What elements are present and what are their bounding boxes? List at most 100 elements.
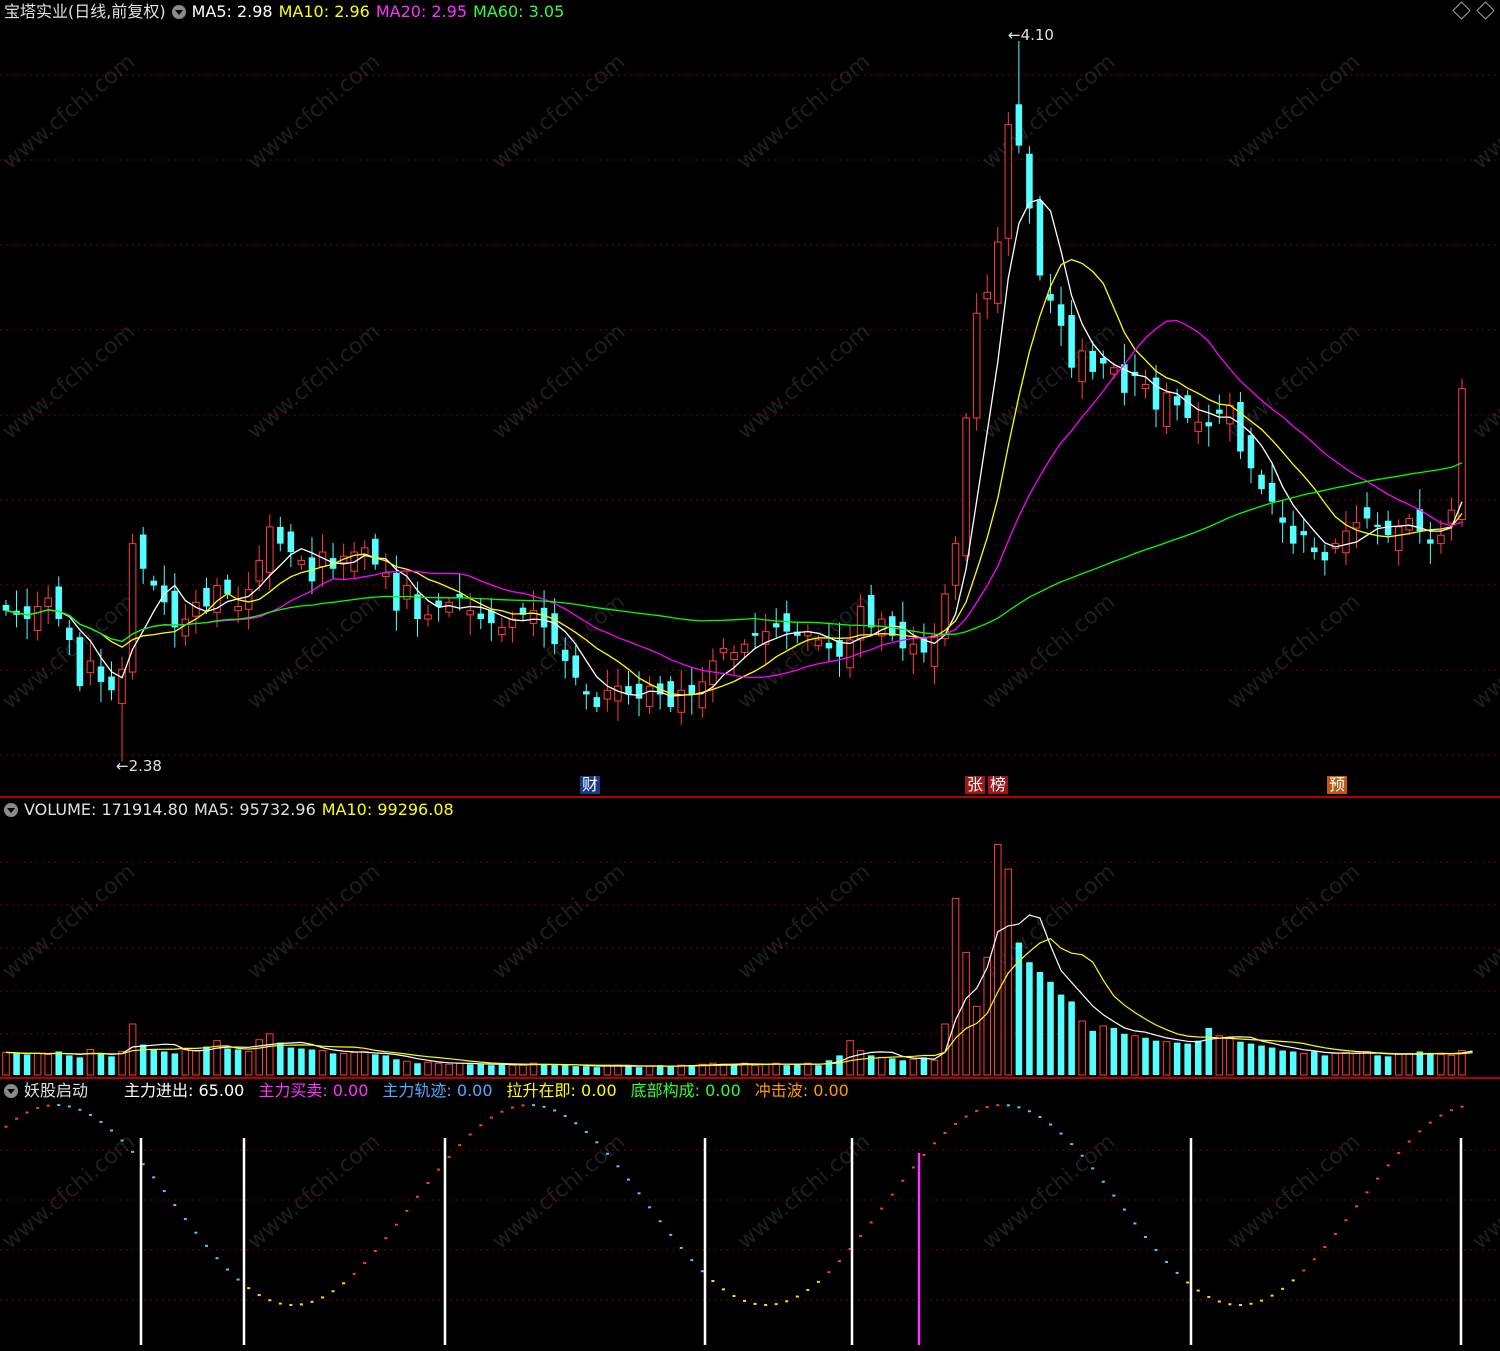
bottom-value: 底部构成: 0.00 — [630, 1081, 741, 1100]
watermark-1-3: www.cfchi.com — [733, 319, 875, 444]
watermark-4-5: www.cfchi.com — [1223, 1129, 1365, 1254]
ranking-marker[interactable]: 榜 — [988, 776, 1009, 794]
volume-bar — [645, 1065, 654, 1076]
indicator-dot — [162, 1190, 166, 1193]
panel-menu-icon[interactable] — [171, 5, 186, 19]
candle-body — [635, 683, 643, 699]
stock-chart-window[interactable]: www.cfchi.com www.cfchi.com www.cfchi.com w… — [0, 0, 1500, 1347]
volume-bar — [794, 1064, 801, 1075]
indicator-dot — [57, 1104, 61, 1107]
indicator-dot — [226, 1268, 230, 1271]
indicator-name[interactable]: 妖股启动 — [24, 1080, 88, 1102]
watermark-1-0: www.cfchi.com — [0, 319, 140, 444]
stock-title[interactable]: 宝塔实业(日线,前复权) — [4, 1, 166, 23]
candle-body — [287, 531, 295, 553]
volume-menu-icon[interactable] — [4, 803, 18, 817]
volume-bar — [393, 1059, 400, 1075]
volume-bar — [1184, 1043, 1191, 1075]
volume-bar — [962, 951, 970, 1076]
volume-bar — [730, 1064, 738, 1075]
indicator-dot — [1323, 1246, 1327, 1249]
candle-body — [1384, 520, 1392, 536]
indicator-dot — [510, 1106, 514, 1109]
volume-bar — [804, 1062, 812, 1076]
indicator-dot — [932, 1142, 936, 1145]
candle-body — [171, 590, 179, 628]
volume-bar — [572, 1066, 580, 1075]
indicator-dot — [711, 1280, 715, 1283]
volume-bar — [76, 1057, 84, 1075]
watermark-0-1: www.cfchi.com — [243, 49, 385, 174]
indicator-menu-icon[interactable] — [4, 1084, 18, 1098]
indicator-dot — [584, 1131, 588, 1134]
volume-bar — [224, 1048, 231, 1075]
indicator-dot — [183, 1218, 187, 1221]
indicator-dot — [1302, 1269, 1306, 1272]
candle-body — [1089, 350, 1096, 372]
volume-bar — [434, 1062, 443, 1076]
indicator-dot — [1038, 1116, 1042, 1119]
indicator-dot — [373, 1250, 377, 1253]
indicator-dot — [785, 1300, 789, 1303]
limit-up-marker[interactable]: 张 — [965, 776, 986, 794]
volume-bar — [1226, 1037, 1234, 1076]
indicator-dot — [25, 1111, 29, 1114]
candle-body — [1026, 153, 1033, 209]
indicator-dot — [521, 1104, 525, 1107]
indicator-dot — [563, 1114, 567, 1117]
indicator-dot — [384, 1237, 388, 1240]
indicator-dot — [4, 1125, 8, 1128]
candle-body — [930, 635, 939, 667]
volume-bar — [1215, 1035, 1224, 1076]
volume-bar — [1405, 1052, 1414, 1076]
volume-bar — [192, 1049, 200, 1076]
candle-body — [867, 594, 875, 628]
indicator-dot — [15, 1117, 19, 1120]
forecast-marker[interactable]: 预 — [1327, 776, 1348, 794]
volume-bar — [561, 1065, 569, 1075]
candle-body — [730, 652, 738, 660]
indicator-dot — [331, 1290, 335, 1293]
volume-bar — [298, 1048, 305, 1075]
candle-body — [583, 691, 590, 695]
volume-bar — [751, 1064, 759, 1076]
volume-bar — [1427, 1053, 1434, 1075]
high-price-annotation: ←4.10 — [1008, 26, 1054, 44]
volume-bar — [635, 1067, 643, 1075]
indicator-dot — [363, 1262, 367, 1265]
indicator-dot — [405, 1209, 409, 1212]
candle-body — [1078, 350, 1086, 383]
volume-bar — [1299, 1052, 1308, 1076]
volume-bar — [2, 1051, 10, 1076]
volume-bar — [603, 1064, 612, 1076]
volume-bar — [1110, 1027, 1118, 1075]
volume-bar — [1447, 1054, 1456, 1076]
volume-bar — [466, 1064, 474, 1075]
indicator-dot — [911, 1166, 915, 1169]
indicator-dot — [985, 1106, 989, 1109]
volume-bar — [1352, 1052, 1361, 1076]
candle-body — [825, 642, 833, 649]
finance-marker[interactable]: 财 — [580, 776, 601, 794]
candle-body — [382, 572, 390, 578]
candle-body — [277, 526, 284, 544]
indicator-dot — [321, 1296, 325, 1299]
chart-canvas[interactable]: www.cfchi.com www.cfchi.com www.cfchi.com w… — [0, 0, 1500, 1347]
volume-bar — [171, 1053, 179, 1075]
indicator-dot — [1017, 1106, 1021, 1109]
watermark-2-5: www.cfchi.com — [1223, 589, 1365, 714]
candle-body — [33, 605, 42, 631]
candle-body — [1342, 530, 1350, 554]
volume-bar — [877, 1056, 886, 1076]
indicator-dot — [1122, 1208, 1126, 1211]
candle-body — [1300, 531, 1308, 536]
candle-body — [424, 614, 432, 620]
volume-bar — [372, 1054, 379, 1075]
volume-bar — [1289, 1051, 1297, 1075]
volume-bar — [97, 1053, 105, 1075]
volume-bar — [519, 1064, 527, 1076]
candle-body — [814, 639, 823, 647]
indicator-dot — [869, 1221, 873, 1224]
indicator-dot — [1281, 1287, 1285, 1290]
indicator-dot — [1428, 1121, 1432, 1124]
